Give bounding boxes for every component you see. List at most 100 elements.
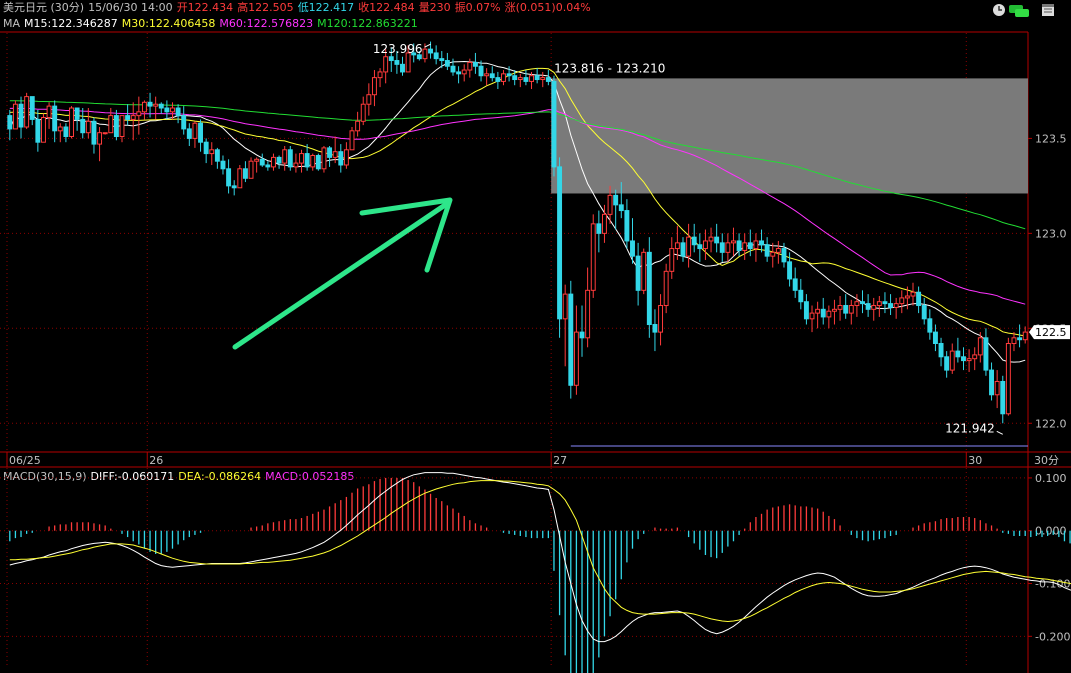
candle-body-up bbox=[837, 305, 843, 310]
candle-body-down bbox=[803, 301, 809, 320]
candle bbox=[590, 214, 596, 298]
candle bbox=[983, 328, 989, 376]
candle-body-up bbox=[753, 240, 759, 250]
candle-body-up bbox=[141, 101, 147, 113]
candle bbox=[472, 52, 478, 74]
candle-body-down bbox=[428, 48, 434, 54]
price-tick-label: 123.5 bbox=[1035, 132, 1067, 145]
candle-body-down bbox=[961, 356, 966, 362]
candle bbox=[888, 294, 894, 316]
candle-body-up bbox=[46, 105, 52, 119]
candle-body-up bbox=[371, 77, 377, 96]
candle-body-up bbox=[893, 303, 899, 308]
candle-body-down bbox=[276, 156, 282, 164]
candle-body-up bbox=[282, 149, 288, 164]
candle bbox=[714, 223, 720, 253]
candle bbox=[489, 66, 495, 82]
candle bbox=[641, 248, 647, 295]
high-pointer bbox=[424, 43, 431, 48]
candle-body-up bbox=[85, 120, 91, 134]
candle-body-down bbox=[697, 244, 703, 250]
candle bbox=[57, 123, 63, 143]
candle bbox=[792, 267, 798, 298]
candle-body-up bbox=[209, 149, 215, 155]
candle bbox=[1011, 332, 1017, 352]
candle-body-down bbox=[91, 120, 97, 145]
candle bbox=[484, 68, 490, 86]
candle-body-up bbox=[731, 240, 736, 244]
candle-body-down bbox=[74, 107, 80, 120]
candle-body-down bbox=[242, 168, 248, 179]
candle bbox=[1022, 326, 1028, 344]
candle bbox=[321, 145, 327, 173]
candle bbox=[220, 155, 226, 175]
candle bbox=[764, 237, 770, 262]
candle-body-up bbox=[461, 69, 467, 75]
candle-body-up bbox=[310, 154, 316, 168]
candle-body-up bbox=[658, 305, 664, 333]
candle-body-down bbox=[714, 236, 720, 244]
candle bbox=[63, 123, 69, 143]
candle bbox=[613, 189, 619, 230]
candle bbox=[450, 58, 456, 76]
candle-body-up bbox=[119, 115, 125, 137]
candle-body-up bbox=[517, 77, 523, 81]
candle bbox=[652, 309, 658, 352]
dea-line bbox=[9, 480, 1071, 623]
candle bbox=[899, 290, 905, 314]
candle bbox=[108, 108, 114, 134]
candle bbox=[540, 71, 546, 88]
candle-body-down bbox=[265, 164, 271, 168]
candle-body-down bbox=[63, 126, 69, 137]
candle bbox=[848, 299, 854, 325]
candle-body-down bbox=[52, 105, 58, 132]
candle-body-down bbox=[888, 303, 894, 308]
candle bbox=[91, 117, 97, 154]
candle bbox=[646, 237, 652, 338]
candle bbox=[820, 297, 826, 325]
candle bbox=[355, 111, 361, 137]
candle-body-up bbox=[360, 103, 366, 122]
candle-body-down bbox=[792, 278, 798, 291]
candle-body-down bbox=[551, 80, 557, 168]
candle-body-up bbox=[876, 301, 882, 307]
candle-body-up bbox=[669, 248, 675, 272]
candle-body-down bbox=[1000, 380, 1006, 415]
candle-body-up bbox=[1005, 343, 1011, 415]
candle-body-down bbox=[439, 58, 445, 62]
candle bbox=[198, 119, 204, 152]
candle bbox=[349, 127, 355, 151]
candle bbox=[697, 233, 703, 262]
candle-body-up bbox=[826, 310, 832, 318]
candle bbox=[74, 107, 80, 131]
candle-body-down bbox=[158, 103, 164, 109]
candle bbox=[624, 199, 630, 249]
candle bbox=[125, 104, 131, 126]
candle-body-up bbox=[248, 160, 254, 179]
candle-body-up bbox=[422, 48, 428, 60]
candle-body-up bbox=[377, 71, 383, 79]
candle bbox=[731, 227, 736, 257]
candle bbox=[377, 68, 383, 88]
candle-body-up bbox=[899, 297, 905, 305]
candle-body-down bbox=[394, 60, 400, 65]
candle-body-up bbox=[1011, 337, 1017, 345]
candle-body-down bbox=[400, 63, 405, 73]
time-tick-label: 30 bbox=[968, 454, 982, 467]
candle-body-down bbox=[820, 308, 826, 318]
candle-body-down bbox=[433, 52, 439, 60]
candle-body-down bbox=[955, 350, 961, 358]
candle bbox=[989, 362, 994, 401]
candle-body-down bbox=[759, 240, 764, 246]
price-tick-label: 123.0 bbox=[1035, 227, 1067, 240]
candle-body-up bbox=[501, 73, 506, 82]
candle bbox=[299, 149, 304, 173]
candle-body-up bbox=[725, 242, 731, 253]
time-tick-label: 26 bbox=[149, 454, 163, 467]
candle bbox=[400, 56, 405, 76]
candle bbox=[259, 153, 265, 167]
candle-body-down bbox=[388, 56, 394, 62]
candle bbox=[495, 71, 501, 90]
candle bbox=[517, 73, 523, 88]
candle bbox=[136, 96, 142, 135]
